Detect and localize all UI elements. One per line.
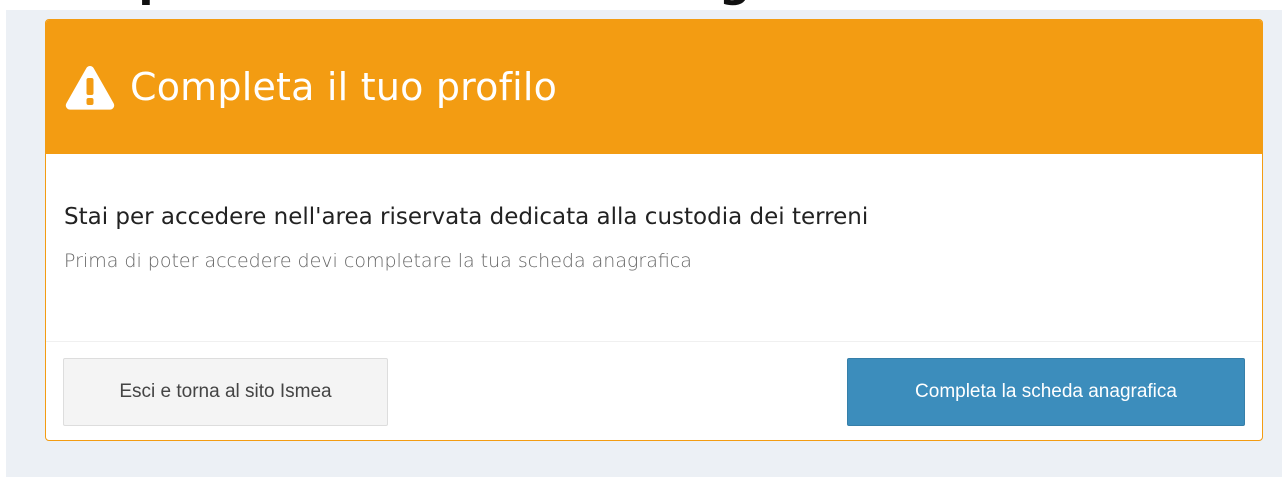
warning-triangle-icon (64, 64, 116, 110)
modal-title: Completa il tuo profilo (130, 65, 558, 109)
complete-profile-modal: Completa il tuo profilo Stai per acceder… (45, 19, 1263, 441)
page: Completa la tua scheda anagrafica Comple… (0, 0, 1282, 477)
exit-to-ismea-button[interactable]: Esci e torna al sito Ismea (63, 358, 388, 426)
body-heading: Stai per accedere nell'area riservata de… (64, 204, 869, 230)
modal-footer: Esci e torna al sito Ismea Completa la s… (46, 342, 1262, 440)
modal-header: Completa il tuo profilo (46, 20, 1262, 154)
page-heading-clipped: Completa la tua scheda anagrafica (0, 0, 1282, 10)
modal-body: Stai per accedere nell'area riservata de… (46, 154, 1262, 342)
complete-profile-button[interactable]: Completa la scheda anagrafica (847, 358, 1245, 426)
body-text: Prima di poter accedere devi completare … (64, 250, 692, 272)
